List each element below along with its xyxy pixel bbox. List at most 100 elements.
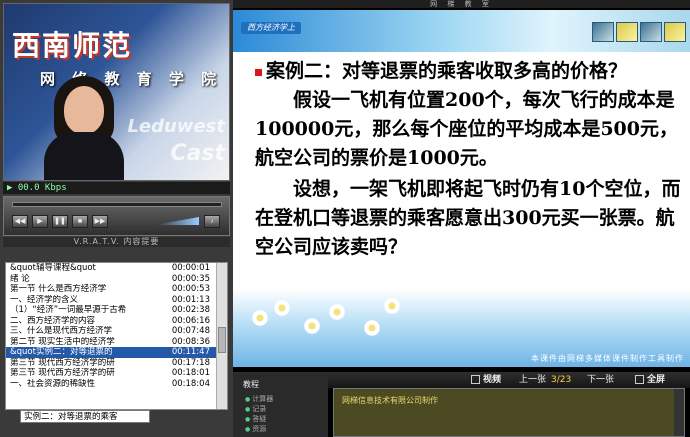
speaker-icon[interactable]: ♪ — [204, 215, 220, 228]
window-title: 网 梯 教 室 — [233, 0, 690, 8]
fullscreen-label: 全屏 — [647, 375, 666, 385]
outline-item-label: 一、社会资源的稀缺性 — [10, 378, 96, 389]
video-icon — [471, 375, 480, 384]
flower-decoration — [328, 303, 346, 321]
slide-body: 案例二：对等退票的乘客收取多高的价格？ 假设一飞机有位置200个，每次飞行的成本… — [255, 58, 685, 262]
company-credit: 网梯信息技术有限公司制作 — [342, 396, 438, 405]
outline-item[interactable]: （1）“经济”一词最早源于古希 00:02:38 — [6, 305, 216, 316]
notes-panel: 教程 计算器 记录 答疑 资源 — [233, 377, 328, 437]
outline-scrollbar[interactable] — [216, 263, 227, 409]
outline-item-time: 00:18:04 — [171, 378, 210, 389]
outline-item[interactable]: 第一节 什么是西方经济学 00:00:53 — [6, 284, 216, 295]
notes-option[interactable]: 计算器 — [245, 394, 273, 404]
video-watermark-top: Leduwest — [127, 116, 225, 137]
outline-item[interactable]: 第三节 现代西方经济学的研 00:18:01 — [6, 368, 216, 379]
notes-content: 网梯信息技术有限公司制作 — [333, 388, 685, 437]
slide-header: 西方经济学上 — [233, 10, 690, 52]
outline-item-time: 00:01:13 — [171, 294, 210, 305]
page-indicator: 3/23 — [551, 375, 572, 385]
course-tag: 西方经济学上 — [241, 22, 301, 34]
current-item-field[interactable]: 实例二：对等退票的乘客 — [20, 410, 150, 423]
volume-slider[interactable] — [154, 217, 199, 225]
outline-item-time: 00:06:16 — [171, 315, 210, 326]
presenter-figure — [44, 74, 124, 180]
outline-item-label: &quot辅导课程&quot — [10, 263, 96, 273]
play-icon[interactable]: ▶ — [32, 215, 48, 228]
pause-icon[interactable]: ❚❚ — [52, 215, 68, 228]
slide-paragraph-1: 假设一飞机有位置200个，每次飞行的成本是100000元，那么每个座位的平均成本… — [255, 89, 678, 169]
outline-item[interactable]: &quot实例二：对等退票的 00:11:47 — [6, 347, 216, 358]
outline-item-time: 00:07:48 — [171, 326, 210, 336]
brand-text: V.R.A.T.V. — [73, 237, 120, 246]
outline-item-label: 第二节 现实生活中的经济学 — [10, 336, 115, 347]
outline-item-time: 00:00:53 — [171, 284, 210, 294]
slide-footer-decoration: 本课件由网梯多媒体课件制作工具制作 — [233, 289, 690, 367]
flower-decoration — [251, 309, 269, 327]
notes-label: 教程 — [243, 380, 259, 389]
outline-item-label: 第三节 现代西方经济学的研 — [10, 368, 115, 378]
outline-item[interactable]: &quot辅导课程&quot 00:00:01 — [6, 263, 216, 274]
outline-item-time: 00:00:01 — [171, 263, 210, 273]
forward-icon[interactable]: ▶▶ — [92, 215, 108, 228]
player-brand-bar: V.R.A.T.V. 内容提要 — [3, 237, 230, 247]
header-tile — [640, 22, 662, 42]
summary-tab[interactable]: 内容提要 — [123, 237, 159, 246]
video-watermark-bottom: Cast — [170, 141, 225, 166]
flower-decoration — [383, 297, 401, 315]
player-controls: ◀◀ ▶ ❚❚ ■ ▶▶ ♪ — [3, 196, 230, 236]
seek-bar[interactable] — [12, 202, 222, 207]
outline-items: &quot辅导课程&quot 00:00:01 绪 论 00:00:35 第一节 什么是… — [6, 263, 216, 389]
stop-icon[interactable]: ■ — [72, 215, 88, 228]
outline-item-label: 一、经济学的含义 — [10, 294, 79, 305]
bitrate-status: ▶ 00.0 Kbps — [3, 182, 230, 194]
header-tiles — [592, 22, 686, 42]
outline-item[interactable]: 二、西方经济学的内容 00:06:16 — [6, 316, 216, 327]
outline-item-label: 第一节 什么是西方经济学 — [10, 284, 107, 294]
outline-item-time: 00:18:01 — [171, 368, 210, 378]
slide-area: 西方经济学上 案例二：对等退票的乘客收取多高的价格？ 假设一飞机有位置200个，… — [233, 10, 690, 367]
prev-button[interactable]: 上一张 — [519, 372, 546, 388]
slide-paragraph-2: 设想，一架飞机即将起飞时仍有10个空位，而在登机口等退票的乘客愿意出300元买一… — [255, 178, 681, 258]
fullscreen-icon — [635, 375, 644, 384]
outline-item-label: 第三节 现代西方经济学的研 — [10, 357, 115, 368]
outline-item-label: （1）“经济”一词最早源于古希 — [10, 305, 127, 315]
outline-item[interactable]: 绪 论 00:00:35 — [6, 274, 216, 285]
outline-item[interactable]: 第三节 现代西方经济学的研 00:17:18 — [6, 358, 216, 369]
outline-item[interactable]: 第二节 现实生活中的经济学 00:08:36 — [6, 337, 216, 348]
header-tile — [616, 22, 638, 42]
rewind-icon[interactable]: ◀◀ — [12, 215, 28, 228]
outline-item-label: &quot实例二：对等退票的 — [10, 347, 113, 357]
slide-credit: 本课件由网梯多媒体课件制作工具制作 — [531, 354, 684, 363]
outline-item-time: 00:17:18 — [171, 357, 210, 368]
outline-item[interactable]: 一、社会资源的稀缺性 00:18:04 — [6, 379, 216, 390]
bitrate-text: 00.0 Kbps — [17, 183, 67, 193]
video-title-text: 西南师范 — [12, 29, 133, 62]
notes-scrollbar[interactable] — [674, 389, 684, 436]
outline-item-label: 绪 论 — [10, 273, 30, 284]
outline-item-time: 00:02:38 — [171, 305, 210, 315]
view-toggle[interactable]: 视频 — [471, 372, 501, 388]
outline-item-time: 00:11:47 — [171, 347, 210, 357]
flower-decoration — [273, 299, 291, 317]
next-button[interactable]: 下一张 — [587, 372, 614, 388]
notes-option[interactable]: 记录 — [245, 404, 266, 414]
outline-item-time: 00:08:36 — [171, 336, 210, 347]
fullscreen-button[interactable]: 全屏 — [635, 372, 665, 388]
outline-item-label: 二、西方经济学的内容 — [10, 315, 96, 326]
scroll-thumb[interactable] — [218, 327, 226, 353]
header-tile — [664, 22, 686, 42]
view-label: 视频 — [483, 375, 502, 385]
outline-item-time: 00:00:35 — [171, 273, 210, 284]
outline-item[interactable]: 一、经济学的含义 00:01:13 — [6, 295, 216, 306]
flower-decoration — [363, 319, 381, 337]
outline-list: &quot辅导课程&quot 00:00:01 绪 论 00:00:35 第一节 什么是… — [5, 262, 228, 410]
left-panel: 西南师范 网 络 教 育 学 院 Leduwest Cast ▶ 00.0 Kb… — [0, 0, 233, 437]
notes-option[interactable]: 资源 — [245, 424, 266, 434]
notes-option[interactable]: 答疑 — [245, 414, 266, 424]
flower-decoration — [303, 317, 321, 335]
outline-item[interactable]: 三、什么是现代西方经济学 00:07:48 — [6, 326, 216, 337]
slide-title: 案例二：对等退票的乘客收取多高的价格？ — [255, 58, 685, 84]
header-tile — [592, 22, 614, 42]
video-player[interactable]: 西南师范 网 络 教 育 学 院 Leduwest Cast — [3, 3, 230, 181]
outline-item-label: 三、什么是现代西方经济学 — [10, 326, 113, 336]
